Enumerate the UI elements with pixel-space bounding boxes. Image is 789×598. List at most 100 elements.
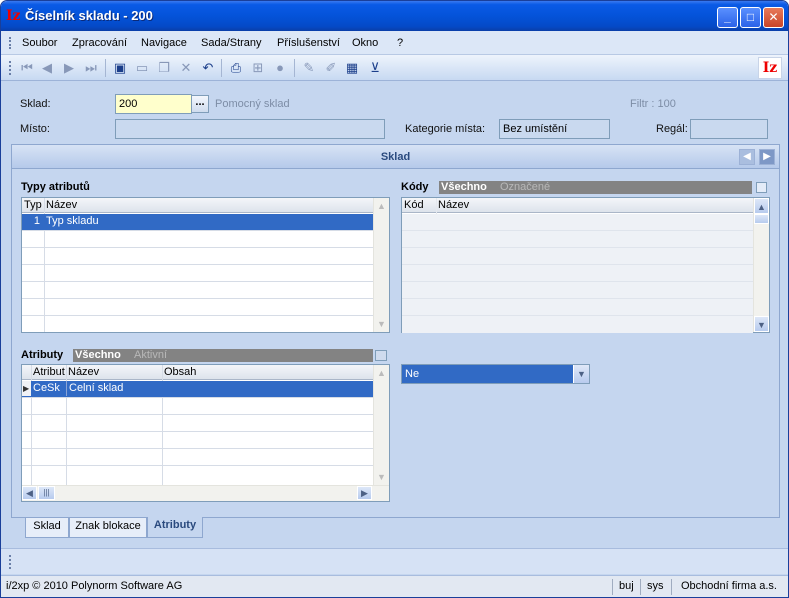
menu-soubor[interactable]: Soubor — [22, 37, 57, 49]
menu-bar: Soubor Zpracování Navigace Sada/Strany P… — [1, 31, 788, 55]
col-kod[interactable]: Kód — [402, 198, 436, 213]
regal-input[interactable] — [690, 119, 768, 139]
status-bar: i/2xp © 2010 Polynorm Software AG buj sy… — [1, 575, 788, 597]
scroll-up-icon[interactable]: ▲ — [754, 198, 769, 214]
tab-znak-blokace[interactable]: Znak blokace — [69, 518, 147, 538]
table-row[interactable]: ▶ CeSk Celní sklad — [22, 381, 373, 398]
panel-next-icon[interactable]: ▶ — [759, 149, 775, 165]
col-nazev[interactable]: Název — [44, 198, 244, 213]
table-row[interactable] — [402, 231, 753, 248]
table-row[interactable] — [22, 449, 373, 466]
table-icon[interactable]: ▦ — [344, 60, 360, 76]
kody-filter-marked[interactable]: Označené — [500, 181, 550, 194]
table-row[interactable] — [22, 282, 373, 299]
kody-title: Kódy — [401, 181, 429, 193]
status-separator — [671, 579, 672, 595]
scroll-thumb[interactable] — [754, 214, 769, 224]
table-row[interactable] — [22, 265, 373, 282]
save-icon[interactable]: ▣ — [112, 60, 128, 76]
record-icon[interactable]: ● — [272, 60, 288, 76]
kody-filter-all[interactable]: Všechno — [441, 181, 487, 194]
table-row[interactable] — [22, 231, 373, 248]
menu-prislusenstvi[interactable]: Příslušenství — [277, 37, 340, 49]
menu-sada-strany[interactable]: Sada/Strany — [201, 37, 262, 49]
col-typ[interactable]: Typ — [22, 198, 44, 213]
row-nazev: Celní sklad — [66, 381, 162, 396]
status-db: sys — [647, 580, 664, 592]
sklad-lookup-button[interactable]: ... — [191, 95, 209, 113]
edit-all-icon[interactable]: ✐ — [323, 60, 339, 76]
scroll-left-icon[interactable]: ◀ — [22, 486, 37, 500]
filter-icon[interactable]: ⊻ — [367, 60, 383, 76]
atributy-filter-toggle[interactable] — [375, 350, 387, 361]
bottom-toolbar-grip[interactable] — [9, 555, 12, 569]
edit-icon[interactable]: ✎ — [301, 60, 317, 76]
menu-okno[interactable]: Okno — [352, 37, 378, 49]
close-button[interactable]: ✕ — [763, 7, 784, 28]
col-nazev[interactable]: Název — [436, 198, 636, 213]
kategorie-input[interactable]: Bez umístění — [499, 119, 610, 139]
scroll-thumb[interactable]: ||| — [38, 486, 55, 500]
tree-icon[interactable]: ⊞ — [250, 60, 266, 76]
menu-help[interactable]: ? — [397, 37, 403, 49]
table-row[interactable]: 1 Typ skladu — [22, 214, 373, 231]
undo-icon[interactable]: ↶ — [200, 60, 216, 76]
tab-sklad[interactable]: Sklad — [25, 518, 69, 538]
filter-info: Filtr : 100 — [630, 98, 676, 110]
toolbar-separator — [294, 59, 295, 77]
sklad-input[interactable]: 200 — [115, 94, 192, 114]
bottom-toolbar — [1, 548, 788, 574]
col-obsah[interactable]: Obsah — [162, 365, 312, 380]
atributy-filter-active[interactable]: Aktivní — [134, 349, 167, 362]
delete-icon[interactable]: ✕ — [178, 60, 194, 76]
prev-record-icon[interactable]: ◀ — [39, 60, 55, 76]
atributy-filter-bar: Všechno Aktivní — [73, 349, 373, 362]
tab-atributy[interactable]: Atributy — [147, 517, 203, 538]
col-atribut[interactable]: Atribut — [31, 365, 66, 380]
scroll-down-icon[interactable]: ▼ — [754, 316, 769, 332]
atributy-vscrollbar[interactable]: ▲ ▼ — [373, 365, 389, 485]
chevron-down-icon[interactable]: ▼ — [573, 365, 589, 383]
table-row[interactable] — [402, 265, 753, 282]
scroll-down-icon[interactable]: ▼ — [374, 316, 389, 332]
first-record-icon[interactable]: ⏮ — [19, 60, 35, 76]
atributy-filter-all[interactable]: Všechno — [75, 349, 121, 362]
table-row[interactable] — [22, 432, 373, 449]
scroll-up-icon[interactable]: ▲ — [374, 198, 389, 214]
col-nazev[interactable]: Název — [66, 365, 162, 380]
toolbar-grip[interactable] — [9, 61, 12, 75]
misto-input[interactable] — [115, 119, 385, 139]
scroll-down-icon[interactable]: ▼ — [374, 469, 389, 485]
table-row[interactable] — [402, 282, 753, 299]
status-separator — [612, 579, 613, 595]
scroll-right-icon[interactable]: ▶ — [357, 486, 372, 500]
new-icon[interactable]: ▭ — [134, 60, 150, 76]
print-icon[interactable]: ⎙ — [228, 60, 244, 76]
atributy-hscrollbar[interactable]: ◀ ||| ▶ — [22, 485, 389, 501]
table-row[interactable] — [402, 248, 753, 265]
table-row[interactable] — [22, 248, 373, 265]
table-row[interactable] — [22, 466, 373, 483]
panel-prev-icon[interactable]: ◀ — [739, 149, 755, 165]
table-row[interactable] — [402, 299, 753, 316]
menu-grip[interactable] — [9, 37, 12, 49]
typy-scrollbar[interactable]: ▲ ▼ — [373, 198, 389, 332]
last-record-icon[interactable]: ⏭ — [83, 60, 99, 76]
kody-filter-toggle[interactable] — [756, 182, 767, 193]
table-row[interactable] — [22, 398, 373, 415]
menu-zpracovani[interactable]: Zpracování — [72, 37, 127, 49]
kody-scrollbar[interactable]: ▲ ▼ — [753, 198, 769, 332]
table-row[interactable] — [22, 299, 373, 316]
table-row[interactable] — [402, 214, 753, 231]
table-row[interactable] — [402, 316, 753, 333]
copy-icon[interactable]: ❐ — [156, 60, 172, 76]
title-bar[interactable]: Iz Číselník skladu - 200 _ □ ✕ — [1, 1, 788, 31]
menu-navigace[interactable]: Navigace — [141, 37, 187, 49]
next-record-icon[interactable]: ▶ — [61, 60, 77, 76]
table-row[interactable] — [22, 415, 373, 432]
obsah-combo[interactable]: Ne ▼ — [401, 364, 590, 384]
scroll-up-icon[interactable]: ▲ — [374, 365, 389, 381]
window-title: Číselník skladu - 200 — [25, 8, 153, 23]
minimize-button[interactable]: _ — [717, 7, 738, 28]
maximize-button[interactable]: □ — [740, 7, 761, 28]
